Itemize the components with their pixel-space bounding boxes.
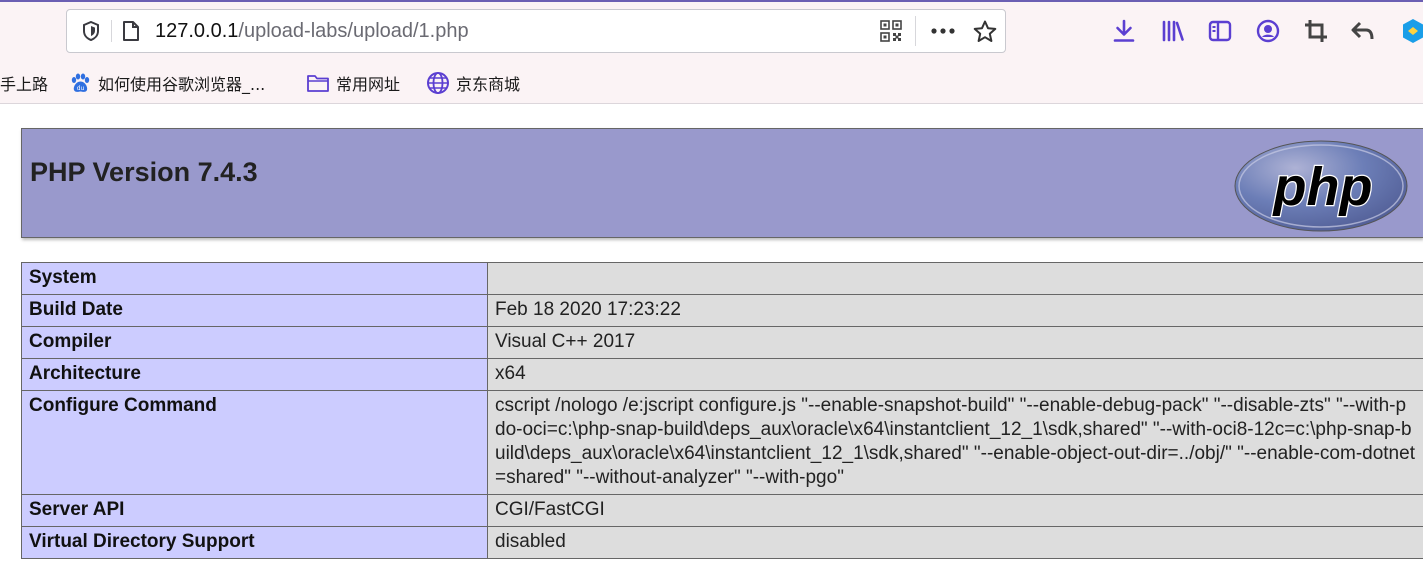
- baidu-paw-icon: du: [68, 71, 92, 95]
- url-text[interactable]: 127.0.0.1/upload-labs/upload/1.php: [155, 10, 469, 52]
- info-key: Configure Command: [21, 390, 488, 495]
- download-icon[interactable]: [1107, 14, 1141, 48]
- folder-icon: [306, 71, 330, 95]
- info-key: System: [21, 262, 488, 295]
- bookmark-item[interactable]: 常用网址: [306, 64, 400, 102]
- page-icon[interactable]: [117, 10, 145, 52]
- php-logo[interactable]: php: [1231, 135, 1421, 233]
- bookmark-label: 如何使用谷歌浏览器_...: [98, 75, 266, 94]
- table-row: Compiler Visual C++ 2017: [21, 326, 1423, 359]
- info-key: Virtual Directory Support: [21, 526, 488, 559]
- page-title: PHP Version 7.4.3: [30, 157, 258, 187]
- globe-icon: [426, 71, 450, 95]
- info-value: disabled: [487, 526, 1423, 559]
- browser-toolbar: 127.0.0.1/upload-labs/upload/1.php: [0, 0, 1423, 64]
- php-info-table: System Build Date Feb 18 2020 17:23:22 C…: [21, 262, 1423, 559]
- library-icon[interactable]: [1156, 14, 1190, 48]
- extension-icon[interactable]: [1396, 14, 1423, 48]
- info-value: Feb 18 2020 17:23:22: [487, 294, 1423, 327]
- table-row: Build Date Feb 18 2020 17:23:22: [21, 294, 1423, 327]
- url-bar[interactable]: 127.0.0.1/upload-labs/upload/1.php: [66, 9, 1006, 53]
- info-value: x64: [487, 358, 1423, 391]
- php-version-header: PHP Version 7.4.3 php: [21, 128, 1423, 238]
- shield-icon[interactable]: [77, 10, 105, 52]
- svg-text:du: du: [77, 85, 85, 92]
- php-logo-text: php: [1272, 157, 1373, 217]
- more-actions-icon[interactable]: [925, 10, 961, 52]
- account-icon[interactable]: [1251, 14, 1285, 48]
- info-value: cscript /nologo /e:jscript configure.js …: [487, 390, 1423, 495]
- crop-screenshot-icon[interactable]: [1299, 14, 1333, 48]
- bookmark-item[interactable]: 京东商城: [426, 64, 520, 102]
- sidebar-icon[interactable]: [1203, 14, 1237, 48]
- bookmark-label: 京东商城: [456, 75, 521, 94]
- back-arrow-icon[interactable]: [1346, 14, 1380, 48]
- info-value: [487, 262, 1423, 295]
- url-divider: [111, 20, 112, 42]
- toolbar-accent-line: [0, 0, 1423, 2]
- bookmark-star-icon[interactable]: [967, 10, 1003, 52]
- info-key: Server API: [21, 494, 488, 527]
- table-row: Virtual Directory Support disabled: [21, 526, 1423, 559]
- bookmark-item[interactable]: du 如何使用谷歌浏览器_...: [68, 64, 265, 102]
- table-row: Configure Command cscript /nologo /e:jsc…: [21, 390, 1423, 495]
- bookmark-label: 手上路: [0, 75, 49, 94]
- url-action-divider: [915, 16, 916, 46]
- table-row: Architecture x64: [21, 358, 1423, 391]
- table-row: Server API CGI/FastCGI: [21, 494, 1423, 527]
- info-key: Build Date: [21, 294, 488, 327]
- bookmark-item[interactable]: 手上路: [0, 64, 48, 102]
- info-key: Compiler: [21, 326, 488, 359]
- info-key: Architecture: [21, 358, 488, 391]
- url-path: /upload-labs/upload/1.php: [238, 20, 469, 42]
- info-value: Visual C++ 2017: [487, 326, 1423, 359]
- qr-code-icon[interactable]: [875, 10, 907, 52]
- url-host: 127.0.0.1: [155, 20, 239, 42]
- table-row: System: [21, 262, 1423, 295]
- bookmark-label: 常用网址: [336, 75, 401, 94]
- info-value: CGI/FastCGI: [487, 494, 1423, 527]
- bookmarks-bar: 手上路 du 如何使用谷歌浏览器_... 常用网址 京东商城: [0, 64, 1423, 104]
